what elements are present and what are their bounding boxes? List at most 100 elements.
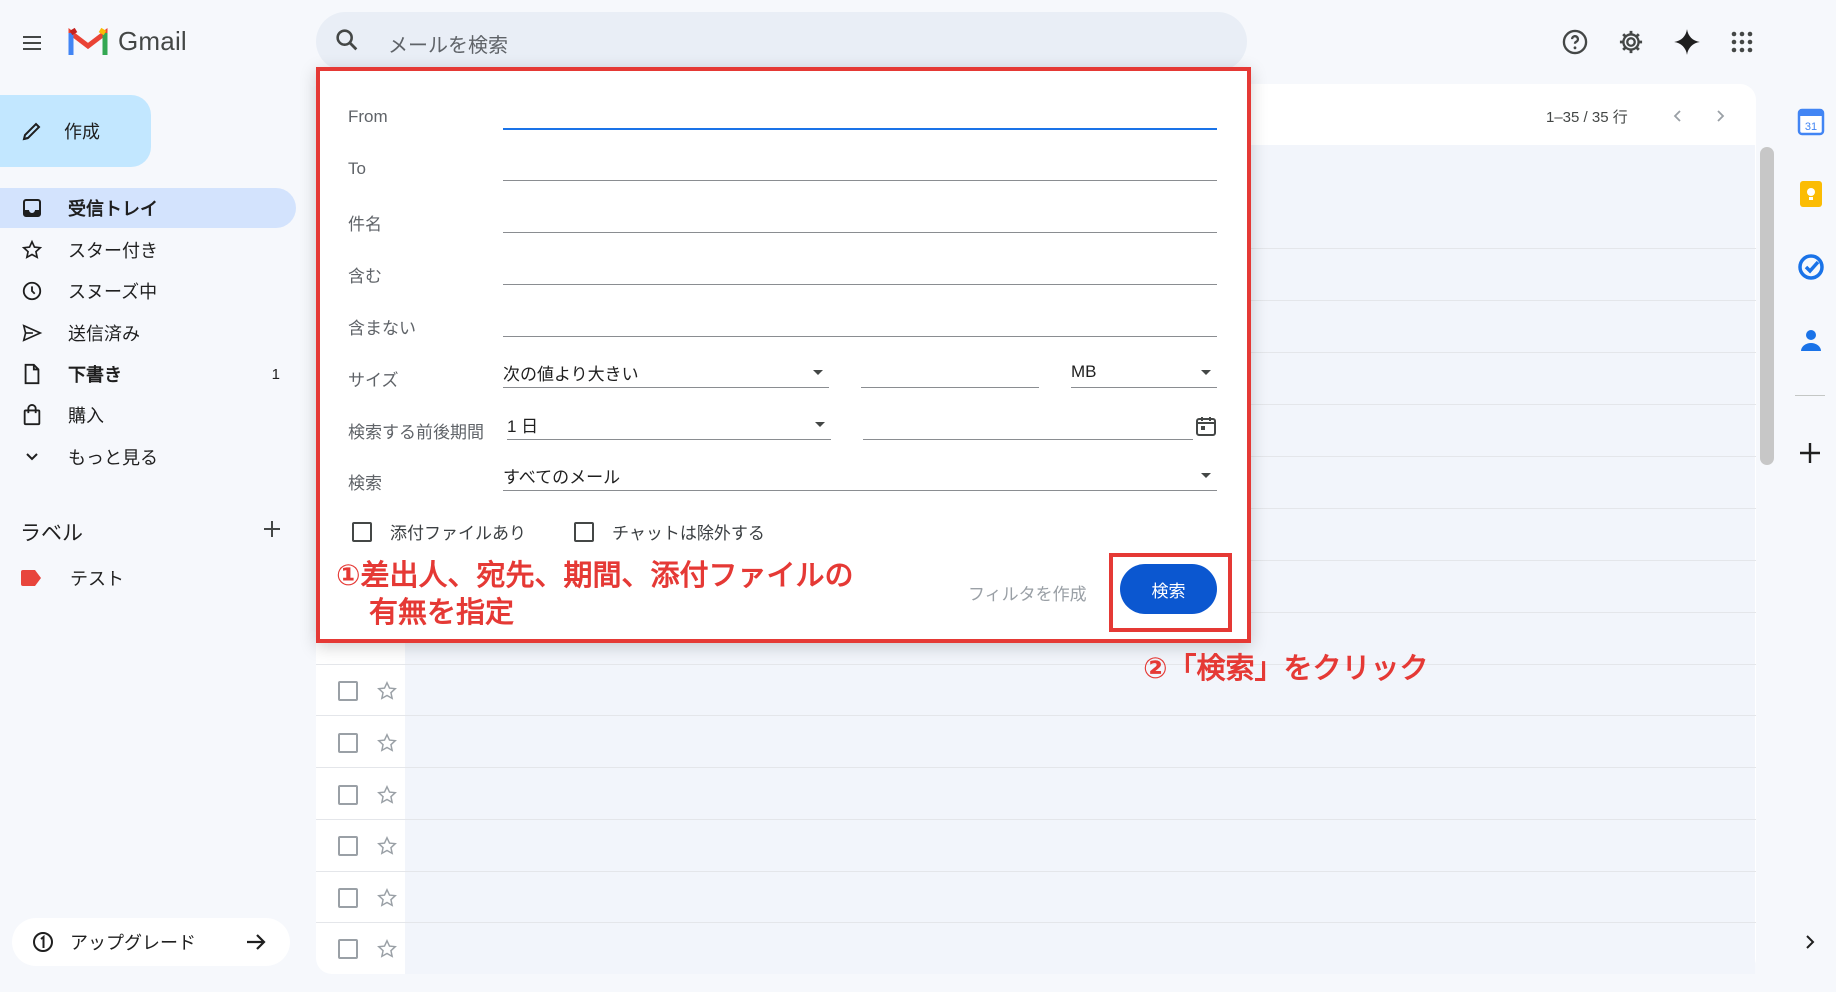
add-label-button[interactable] [252, 509, 292, 549]
create-filter-link[interactable]: フィルタを作成 [968, 580, 1087, 605]
calendar-picker-icon[interactable] [1195, 415, 1217, 437]
row-checkbox[interactable] [338, 836, 358, 856]
add-addon-icon[interactable] [1797, 440, 1823, 466]
list-item[interactable] [338, 835, 398, 857]
sidebar-item-label: もっと見る [68, 448, 158, 468]
help-button[interactable] [1555, 22, 1595, 62]
size-comparator-select[interactable]: 次の値より大きい [503, 357, 829, 388]
contacts-icon[interactable] [1797, 326, 1825, 354]
row-divider [316, 819, 1756, 820]
sidebar-item-label: 送信済み [68, 324, 140, 344]
gmail-logo[interactable]: Gmail [68, 26, 187, 57]
checkbox-box[interactable] [574, 521, 594, 542]
from-label: From [348, 107, 388, 126]
mail-list-scrollbar[interactable] [1760, 147, 1774, 465]
date-within-select[interactable]: 1 日 [507, 409, 831, 440]
menu-icon [20, 31, 44, 55]
date-input[interactable] [863, 409, 1193, 440]
list-item[interactable] [338, 680, 398, 702]
sidebar-item-sent[interactable]: 送信済み [0, 313, 296, 353]
sidebar-item-purchases[interactable]: 購入 [0, 395, 296, 435]
list-item[interactable] [338, 887, 398, 909]
exclude-chats-checkbox[interactable]: チャットは除外する [574, 519, 765, 544]
compose-button[interactable]: 作成 [0, 95, 151, 167]
google-apps-button[interactable] [1722, 22, 1762, 62]
from-input[interactable] [503, 98, 1217, 130]
list-item[interactable] [338, 732, 398, 754]
size-label: サイズ [348, 371, 399, 390]
star-icon [20, 238, 44, 262]
row-checkbox[interactable] [338, 785, 358, 805]
star-icon[interactable] [376, 835, 398, 857]
sidebar-item-label: 下書き [68, 365, 122, 385]
tasks-icon[interactable] [1797, 253, 1825, 281]
dropdown-caret-icon [815, 422, 825, 427]
list-item[interactable] [338, 784, 398, 806]
gemini-sparkle-icon [1673, 28, 1701, 56]
exclude-chats-label: チャットは除外する [612, 524, 765, 543]
clock-icon [20, 279, 44, 303]
row-checkbox[interactable] [338, 939, 358, 959]
search-in-value: すべてのメール [503, 467, 621, 487]
star-icon[interactable] [376, 938, 398, 960]
row-checkbox[interactable] [338, 888, 358, 908]
row-checkbox[interactable] [338, 733, 358, 753]
main-menu-button[interactable] [12, 23, 52, 63]
sidebar-item-inbox[interactable]: 受信トレイ [0, 188, 296, 228]
row-divider [316, 767, 1756, 768]
draft-icon [20, 362, 44, 386]
settings-button[interactable] [1611, 22, 1651, 62]
upgrade-badge-icon [32, 931, 54, 953]
sidebar-item-label: 購入 [68, 406, 104, 426]
gemini-button[interactable] [1667, 22, 1707, 62]
row-divider [316, 664, 1756, 665]
upgrade-button[interactable]: アップグレード [12, 918, 290, 966]
expand-panel-icon[interactable] [1800, 932, 1820, 952]
side-panel-divider [1795, 395, 1825, 396]
annotation-step-1-line-1: ①差出人、宛先、期間、添付ファイルの [336, 560, 854, 592]
sidebar-item-drafts[interactable]: 下書き 1 [0, 354, 296, 394]
row-divider [316, 922, 1756, 923]
gmail-m-icon [68, 27, 108, 57]
search-in-select[interactable]: すべてのメール [503, 460, 1217, 491]
labels-heading: ラベル [20, 522, 83, 545]
has-attachment-checkbox[interactable]: 添付ファイルあり [352, 519, 526, 544]
sidebar-item-starred[interactable]: スター付き [0, 230, 296, 270]
list-item[interactable] [338, 938, 398, 960]
row-checkbox[interactable] [338, 681, 358, 701]
chevron-right-icon [1713, 109, 1727, 123]
star-icon[interactable] [376, 784, 398, 806]
upgrade-label: アップグレード [70, 933, 196, 953]
sidebar-item-label: 受信トレイ [68, 199, 158, 219]
chevron-down-icon [20, 445, 44, 469]
not-has-input[interactable] [503, 306, 1217, 337]
has-words-input[interactable] [503, 254, 1217, 285]
keep-icon[interactable] [1797, 180, 1825, 208]
has-words-label: 含む [348, 267, 382, 286]
app-name: Gmail [118, 26, 187, 56]
apps-grid-icon [1730, 30, 1754, 54]
annotation-highlight-box-search-button [1109, 553, 1232, 632]
row-divider [316, 871, 1756, 872]
drafts-count: 1 [271, 365, 280, 383]
sidebar-item-snoozed[interactable]: スヌーズ中 [0, 271, 296, 311]
label-tag-icon [20, 570, 42, 586]
star-icon[interactable] [376, 680, 398, 702]
not-has-label: 含まない [348, 319, 416, 338]
pencil-icon [20, 119, 44, 143]
gear-icon [1617, 28, 1645, 56]
sidebar-item-more[interactable]: もっと見る [0, 437, 296, 477]
star-icon[interactable] [376, 732, 398, 754]
size-value-input[interactable] [861, 357, 1039, 388]
prev-page-button[interactable] [1658, 96, 1698, 136]
calendar-icon[interactable]: 31 [1797, 108, 1825, 136]
subject-input[interactable] [503, 202, 1217, 233]
star-icon[interactable] [376, 887, 398, 909]
search-icon[interactable] [333, 26, 361, 54]
size-unit-select[interactable]: MB [1071, 357, 1217, 388]
checkbox-box[interactable] [352, 521, 372, 542]
to-input[interactable] [503, 150, 1217, 181]
label-item-test[interactable]: テスト [20, 565, 124, 591]
search-placeholder[interactable]: メールを検索 [388, 29, 508, 58]
next-page-button[interactable] [1700, 96, 1740, 136]
